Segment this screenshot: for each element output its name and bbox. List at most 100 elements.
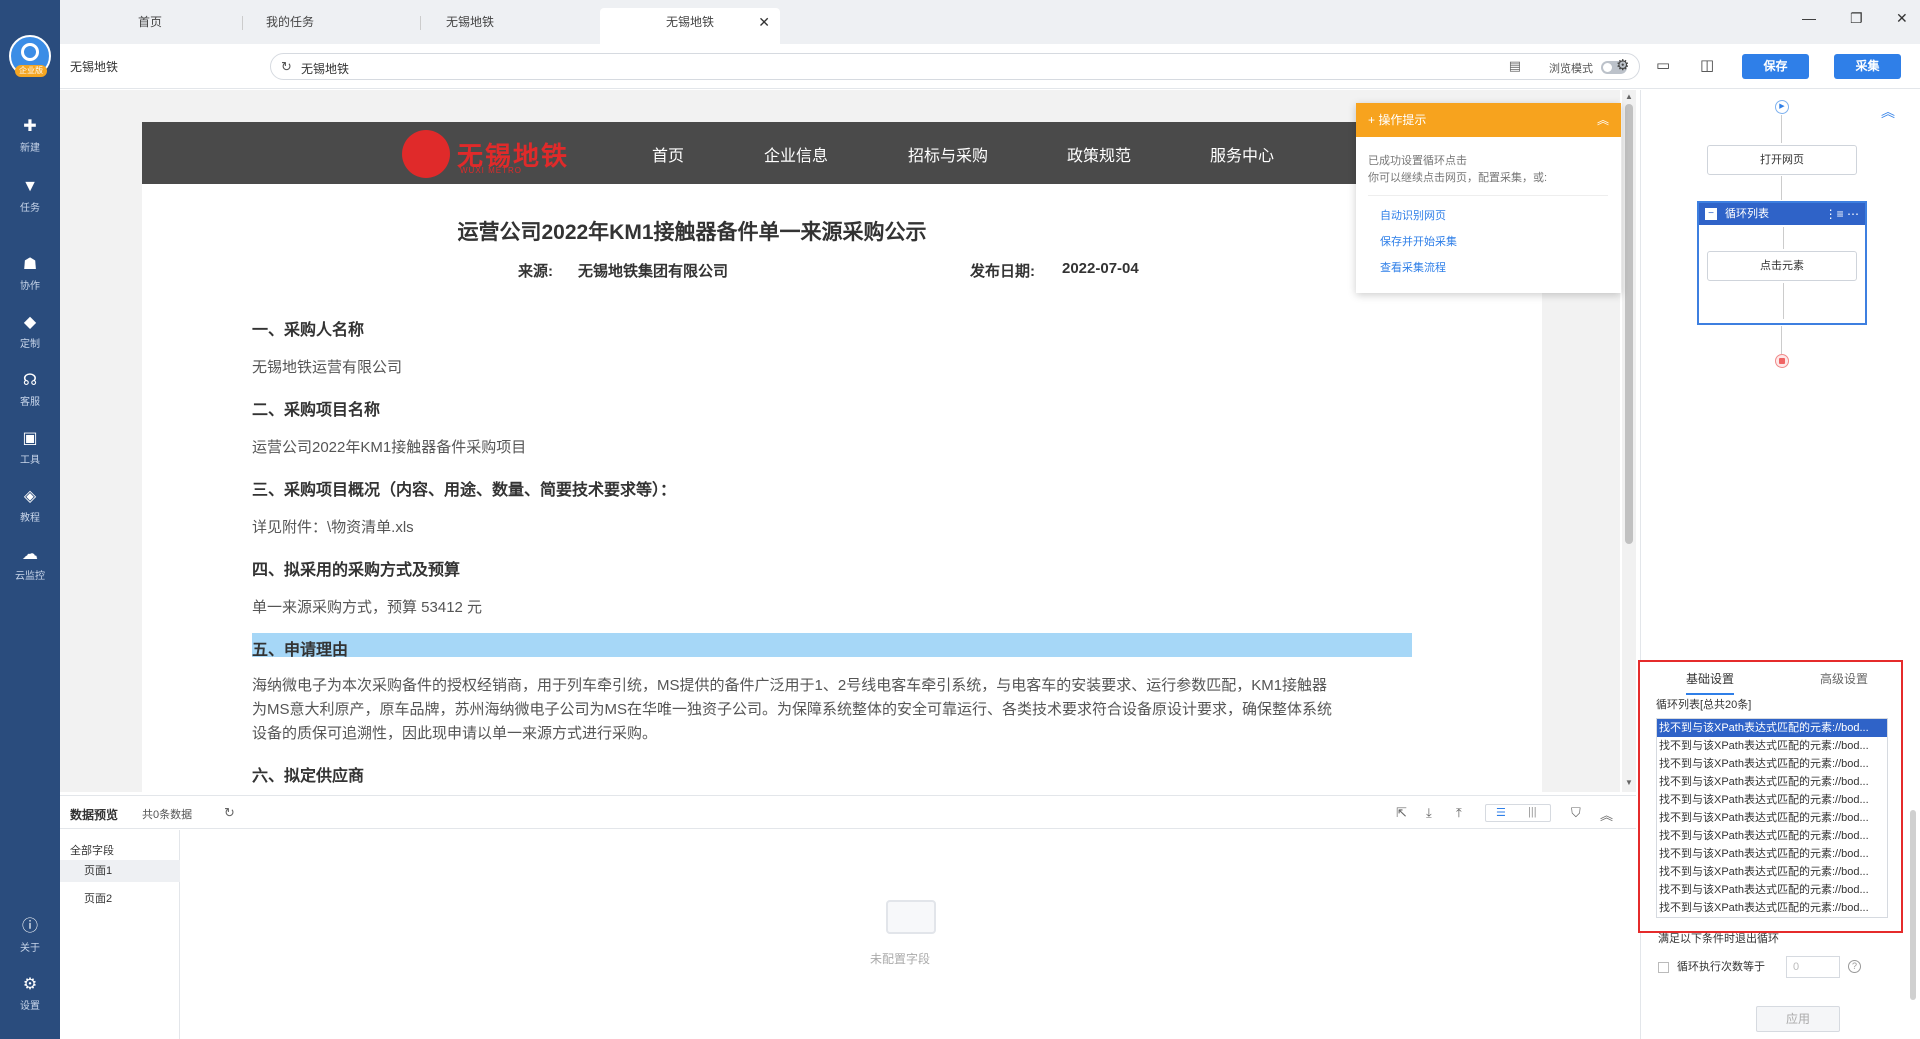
loop-item[interactable]: 找不到与该XPath表达式匹配的元素://bod... [1657, 845, 1887, 863]
section-heading[interactable]: 一、采购人名称 [252, 316, 364, 340]
loop-item[interactable]: 找不到与该XPath表达式匹配的元素://bod... [1657, 773, 1887, 791]
page-item-1[interactable]: 页面1 [60, 860, 180, 882]
list-view-icon[interactable]: ☰ [1496, 806, 1506, 819]
section-heading[interactable]: 四、拟采用的采购方式及预算 [252, 556, 460, 580]
tab-basic-settings[interactable]: 基础设置 [1686, 670, 1735, 695]
sidebar-item-new[interactable]: ✚ 新建 [0, 118, 60, 154]
collapse-up-icon[interactable]: ︽ [1881, 102, 1895, 122]
collapse-icon[interactable]: ︽ [1597, 103, 1609, 137]
export-icon[interactable]: ⇱ [1396, 805, 1407, 821]
flow-node-loop[interactable]: − 循环列表 ⋮≡ ⋯ 点击元素 [1697, 201, 1867, 325]
plus-icon: + [1368, 113, 1379, 127]
download-icon[interactable]: ⤓ [1426, 805, 1432, 821]
sidebar-item-collab[interactable]: ☗ 协作 [0, 256, 60, 292]
sidebar-item-tutorial[interactable]: ◈ 教程 [0, 488, 60, 524]
site-nav-service[interactable]: 服务中心 [1210, 142, 1274, 166]
tab-my-tasks[interactable]: 我的任务 [200, 8, 380, 44]
section-text[interactable]: 无锡地铁运营有限公司 [252, 356, 402, 377]
tab-wuxi-metro-active[interactable]: 无锡地铁 ✕ [600, 8, 780, 44]
loop-item[interactable]: 找不到与该XPath表达式匹配的元素://bod... [1657, 737, 1887, 755]
collapse-up-icon[interactable]: ︽ [1600, 805, 1613, 824]
restore-icon[interactable]: ❐ [1850, 10, 1863, 27]
article-title[interactable]: 运营公司2022年KM1接触器备件单一来源采购公示 [142, 216, 1242, 246]
site-nav-bidding[interactable]: 招标与采购 [908, 142, 988, 166]
column-view-icon[interactable]: ||| [1528, 806, 1537, 818]
reload-icon[interactable]: ↻ [281, 59, 292, 75]
section-heading[interactable]: 六、拟定供应商 [252, 762, 364, 786]
tab-advanced-settings[interactable]: 高级设置 [1820, 670, 1868, 687]
section-text[interactable]: 运营公司2022年KM1接触器备件采购项目 [252, 436, 526, 457]
loop-item-list[interactable]: 找不到与该XPath表达式匹配的元素://bod... 找不到与该XPath表达… [1656, 718, 1888, 918]
stop-icon[interactable] [1775, 354, 1789, 368]
upload-icon[interactable]: ⤒ [1456, 805, 1462, 821]
flow-node-click-element[interactable]: 点击元素 [1707, 251, 1857, 281]
plus-icon: ✚ [23, 118, 37, 135]
help-icon[interactable]: ? [1848, 960, 1861, 973]
reason-line-2[interactable]: 为MS意大利原产，原车品牌，苏州海纳微电子公司为MS在华唯一独资子公司。为保障系… [252, 698, 1412, 722]
card-icon[interactable]: ▭ [1656, 56, 1670, 74]
sidebar-item-settings[interactable]: ⚙ 设置 [0, 976, 60, 1012]
window-icon[interactable]: ◫ [1700, 56, 1714, 74]
view-toggle[interactable]: ☰ ||| [1485, 804, 1551, 822]
loop-item[interactable]: 找不到与该XPath表达式匹配的元素://bod... [1657, 899, 1887, 917]
scroll-up-icon[interactable]: ▲ [1625, 92, 1633, 101]
settings-scrollbar[interactable] [1910, 810, 1916, 1000]
loop-item[interactable]: 找不到与该XPath表达式匹配的元素://bod... [1657, 827, 1887, 845]
sidebar-item-about[interactable]: ⓘ 关于 [0, 918, 60, 954]
loop-item[interactable]: 找不到与该XPath表达式匹配的元素://bod... [1657, 755, 1887, 773]
loop-item-selected[interactable]: 找不到与该XPath表达式匹配的元素://bod... [1657, 719, 1887, 737]
close-icon[interactable]: ✕ [758, 8, 770, 36]
apply-button[interactable]: 应用 [1756, 1006, 1840, 1032]
scrollbar-thumb[interactable] [1625, 104, 1633, 544]
reason-line-1[interactable]: 海纳微电子为本次采购备件的授权经销商，用于列车牵引统，MS提供的备件广泛用于1、… [252, 674, 1412, 698]
loop-header[interactable]: − 循环列表 ⋮≡ ⋯ [1699, 203, 1865, 225]
section-heading-selected[interactable]: 五、申请理由 [252, 636, 348, 660]
document-icon[interactable]: ▤ [1509, 58, 1521, 74]
all-fields-label[interactable]: 全部字段 [70, 842, 114, 858]
collapse-icon[interactable]: − [1705, 208, 1717, 220]
flow-node-open-page[interactable]: 打开网页 [1707, 145, 1857, 175]
metro-logo-icon[interactable] [402, 130, 450, 178]
sidebar-item-service[interactable]: ☊ 客服 [0, 372, 60, 408]
reason-line-3[interactable]: 设备的质保可追溯性，因此现申请以单一来源方式进行采购。 [252, 722, 1412, 746]
close-window-icon[interactable]: ✕ [1896, 10, 1908, 27]
auto-detect-link[interactable]: 自动识别网页 [1380, 207, 1446, 223]
minimize-icon[interactable]: — [1802, 10, 1816, 26]
loop-item[interactable]: 找不到与该XPath表达式匹配的元素://bod... [1657, 863, 1887, 881]
tab-wuxi-metro-1[interactable]: 无锡地铁 [380, 8, 560, 44]
save-start-link[interactable]: 保存并开始采集 [1380, 233, 1457, 249]
site-nav-policy[interactable]: 政策规范 [1067, 142, 1131, 166]
source-label: 来源: [518, 263, 553, 280]
section-heading[interactable]: 三、采购项目概况（内容、用途、数量、简要技术要求等）： [252, 476, 676, 500]
collect-button[interactable]: 采集 [1834, 54, 1901, 79]
loop-item[interactable]: 找不到与该XPath表达式匹配的元素://bod... [1657, 881, 1887, 899]
section-heading[interactable]: 二、采购项目名称 [252, 396, 380, 420]
user-avatar[interactable]: 企业版 [9, 35, 51, 77]
attachment-link[interactable]: 详见附件：\物资清单.xls [252, 516, 414, 537]
url-text[interactable]: 无锡地铁 [301, 60, 349, 77]
loop-item[interactable]: 找不到与该XPath表达式匹配的元素://bod... [1657, 791, 1887, 809]
sidebar-item-tools[interactable]: ▣ 工具 [0, 430, 60, 466]
save-button[interactable]: 保存 [1742, 54, 1809, 79]
more-icon[interactable]: ⋮≡ ⋯ [1825, 203, 1859, 225]
refresh-icon[interactable]: ↻ [224, 805, 235, 821]
empty-text: 未配置字段 [870, 952, 931, 966]
gear-icon[interactable]: ⚙ [1616, 56, 1629, 74]
sidebar-item-custom[interactable]: ◆ 定制 [0, 314, 60, 350]
user-icon [21, 43, 39, 61]
site-nav-home[interactable]: 首页 [652, 142, 684, 166]
section-text[interactable]: 单一来源采购方式，预算 53412 元 [252, 596, 482, 617]
play-icon[interactable]: ▶ [1775, 100, 1789, 114]
scroll-down-icon[interactable]: ▼ [1625, 778, 1633, 787]
site-nav-enterprise[interactable]: 企业信息 [764, 142, 828, 166]
sidebar-item-cloud[interactable]: ☁ 云监控 [0, 546, 60, 582]
address-bar[interactable]: ↻ 无锡地铁 ▤ 浏览模式 [270, 53, 1640, 80]
loop-item[interactable]: 找不到与该XPath表达式匹配的元素://bod... [1657, 809, 1887, 827]
view-flow-link[interactable]: 查看采集流程 [1380, 259, 1446, 275]
filter-icon[interactable]: ⛉ [1571, 805, 1581, 821]
sidebar-item-tasks[interactable]: ▼ 任务 [0, 178, 60, 214]
page-item-2[interactable]: 页面2 [60, 888, 180, 910]
exec-count-checkbox[interactable] [1658, 961, 1669, 973]
viewport-scrollbar[interactable]: ▲ ▼ [1622, 90, 1636, 792]
exec-count-input[interactable]: 0 [1786, 956, 1840, 978]
